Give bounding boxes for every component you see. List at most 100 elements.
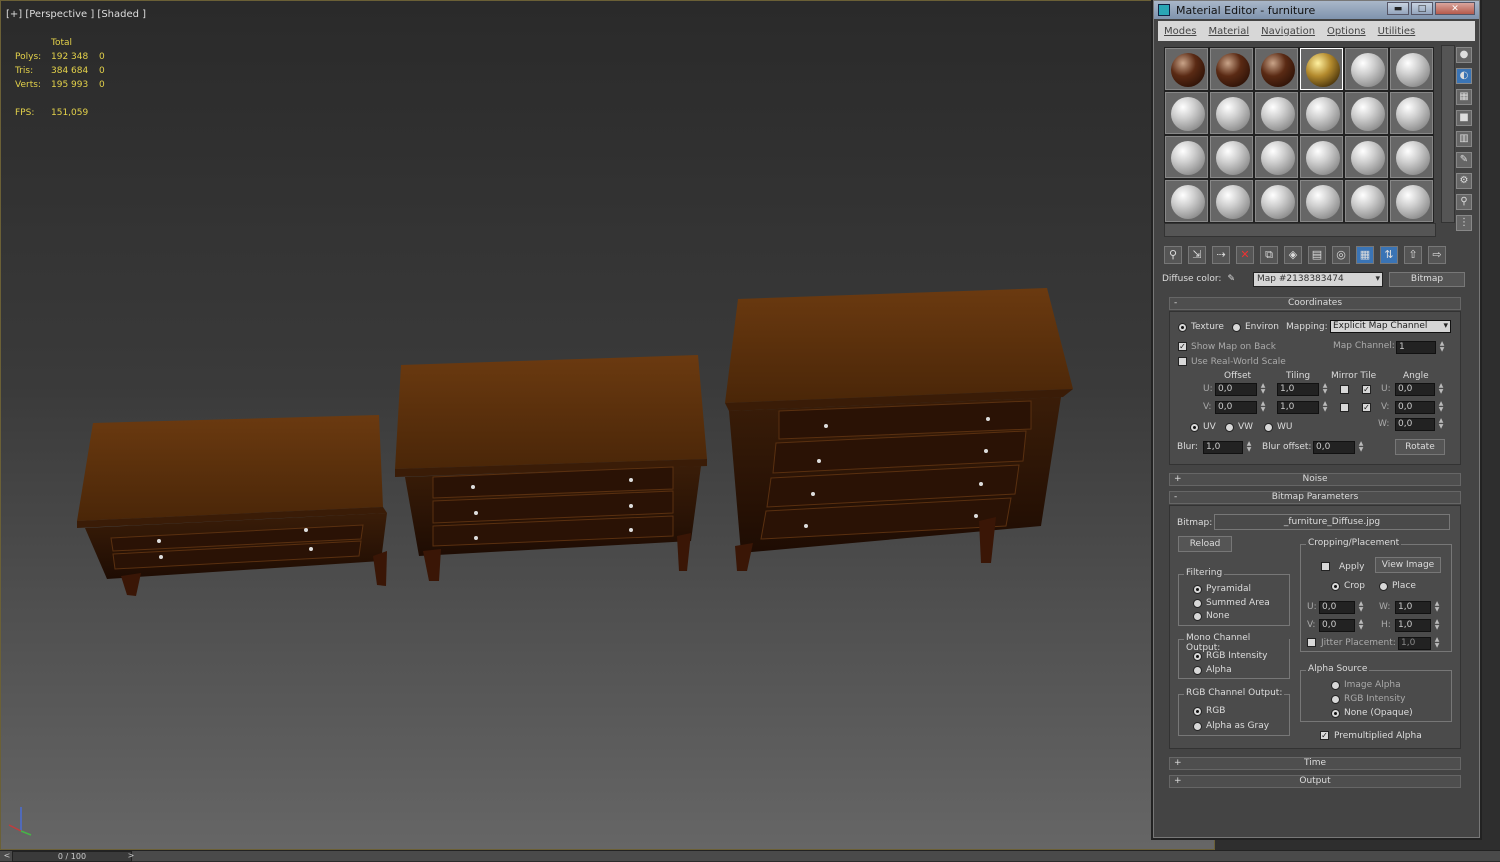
alpha-rgb-intensity-radio[interactable] bbox=[1331, 695, 1340, 704]
w-angle-spinner[interactable]: ▲ ▼ bbox=[1437, 418, 1445, 431]
jitter-spinner[interactable]: ▲ ▼ bbox=[1433, 637, 1441, 650]
material-slot[interactable] bbox=[1165, 136, 1208, 178]
jitter-field[interactable]: 1,0 bbox=[1398, 637, 1431, 650]
material-slot[interactable] bbox=[1210, 136, 1253, 178]
time-next-button[interactable]: > bbox=[126, 851, 136, 862]
mono-alpha-radio[interactable] bbox=[1193, 666, 1202, 675]
material-slot[interactable] bbox=[1255, 92, 1298, 134]
material-editor-titlebar[interactable]: Material Editor - furniture ▬ □ ✕ bbox=[1154, 1, 1479, 19]
backlight-icon[interactable]: ◐ bbox=[1456, 68, 1472, 84]
go-to-parent-icon[interactable]: ⇧ bbox=[1404, 246, 1422, 264]
crop-u-field[interactable]: 0,0 bbox=[1319, 601, 1355, 614]
alpha-as-gray-radio[interactable] bbox=[1193, 722, 1202, 731]
u-mirror-checkbox[interactable] bbox=[1340, 385, 1349, 394]
bitmap-file-button[interactable]: _furniture_Diffuse.jpg bbox=[1214, 514, 1450, 530]
w-angle-field[interactable]: 0,0 bbox=[1395, 418, 1435, 431]
environ-radio[interactable] bbox=[1232, 323, 1241, 332]
material-map-navigator-icon[interactable]: ⋮ bbox=[1456, 215, 1472, 231]
crop-radio[interactable] bbox=[1331, 582, 1340, 591]
vw-radio[interactable] bbox=[1225, 423, 1234, 432]
material-slot[interactable] bbox=[1210, 92, 1253, 134]
material-slot[interactable] bbox=[1165, 92, 1208, 134]
v-offset-spinner[interactable]: ▲ ▼ bbox=[1259, 401, 1267, 414]
time-slider[interactable]: 0 / 100 bbox=[12, 851, 132, 862]
video-color-check-icon[interactable]: ▥ bbox=[1456, 131, 1472, 147]
summed-area-radio[interactable] bbox=[1193, 599, 1202, 608]
u-offset-field[interactable]: 0,0 bbox=[1215, 383, 1257, 396]
assign-to-selection-icon[interactable]: ⇢ bbox=[1212, 246, 1230, 264]
bitmap-params-rollout-header[interactable]: - Bitmap Parameters bbox=[1169, 491, 1461, 504]
texture-radio[interactable] bbox=[1178, 323, 1187, 332]
material-slot[interactable] bbox=[1345, 136, 1388, 178]
v-mirror-checkbox[interactable] bbox=[1340, 403, 1349, 412]
material-slot[interactable] bbox=[1165, 48, 1208, 90]
crop-v-spinner[interactable]: ▲ ▼ bbox=[1357, 619, 1365, 632]
crop-h-field[interactable]: 1,0 bbox=[1395, 619, 1431, 632]
make-unique-icon[interactable]: ◈ bbox=[1284, 246, 1302, 264]
output-rollout-header[interactable]: + Output bbox=[1169, 775, 1461, 788]
uv-radio[interactable] bbox=[1190, 423, 1199, 432]
eyedropper-icon[interactable]: ✎ bbox=[1227, 274, 1235, 284]
rotate-button[interactable]: Rotate bbox=[1395, 439, 1445, 455]
get-material-icon[interactable]: ⚲ bbox=[1164, 246, 1182, 264]
v-tiling-spinner[interactable]: ▲ ▼ bbox=[1321, 401, 1329, 414]
material-slot[interactable] bbox=[1210, 48, 1253, 90]
map-name-dropdown[interactable]: Map #2138383474 bbox=[1253, 271, 1384, 287]
place-radio[interactable] bbox=[1379, 582, 1388, 591]
apply-checkbox[interactable] bbox=[1321, 562, 1330, 571]
jitter-placement-checkbox[interactable] bbox=[1307, 638, 1316, 647]
reset-map-icon[interactable]: ✕ bbox=[1236, 246, 1254, 264]
crop-u-spinner[interactable]: ▲ ▼ bbox=[1357, 601, 1365, 614]
material-slot[interactable] bbox=[1210, 180, 1253, 222]
slot-horizontal-scrollbar[interactable] bbox=[1164, 223, 1436, 237]
time-slider-bar[interactable]: < 0 / 100 > bbox=[0, 850, 1500, 862]
material-slot[interactable] bbox=[1255, 136, 1298, 178]
wu-radio[interactable] bbox=[1264, 423, 1273, 432]
show-map-on-back-checkbox[interactable]: ✓ bbox=[1178, 342, 1187, 351]
options-icon[interactable]: ⚙ bbox=[1456, 173, 1472, 189]
filter-none-radio[interactable] bbox=[1193, 612, 1202, 621]
show-map-in-viewport-icon[interactable]: ▦ bbox=[1356, 246, 1374, 264]
perspective-viewport[interactable]: [+] [Perspective ] [Shaded ] Total Polys… bbox=[0, 0, 1215, 850]
premultiplied-alpha-checkbox[interactable]: ✓ bbox=[1320, 731, 1329, 740]
view-image-button[interactable]: View Image bbox=[1375, 557, 1441, 573]
mono-rgb-intensity-radio[interactable] bbox=[1193, 652, 1202, 661]
sample-type-icon[interactable]: ● bbox=[1456, 47, 1472, 63]
u-angle-field[interactable]: 0,0 bbox=[1395, 383, 1435, 396]
material-slot[interactable] bbox=[1300, 48, 1343, 90]
background-checker-icon[interactable]: ▦ bbox=[1456, 89, 1472, 105]
crop-h-spinner[interactable]: ▲ ▼ bbox=[1433, 619, 1441, 632]
material-slot[interactable] bbox=[1390, 180, 1433, 222]
u-tiling-spinner[interactable]: ▲ ▼ bbox=[1321, 383, 1329, 396]
v-angle-field[interactable]: 0,0 bbox=[1395, 401, 1435, 414]
u-tile-checkbox[interactable]: ✓ bbox=[1362, 385, 1371, 394]
slot-vertical-scrollbar[interactable] bbox=[1441, 45, 1455, 223]
material-slot[interactable] bbox=[1390, 136, 1433, 178]
u-tiling-field[interactable]: 1,0 bbox=[1277, 383, 1319, 396]
crop-v-field[interactable]: 0,0 bbox=[1319, 619, 1355, 632]
material-slot[interactable] bbox=[1165, 180, 1208, 222]
v-tile-checkbox[interactable]: ✓ bbox=[1362, 403, 1371, 412]
material-id-channel-icon[interactable]: ◎ bbox=[1332, 246, 1350, 264]
map-channel-field[interactable]: 1 bbox=[1396, 341, 1436, 354]
material-slot[interactable] bbox=[1345, 48, 1388, 90]
menu-navigation[interactable]: Navigation bbox=[1261, 26, 1315, 37]
map-type-button[interactable]: Bitmap bbox=[1389, 271, 1466, 287]
material-slot[interactable] bbox=[1300, 136, 1343, 178]
material-slot[interactable] bbox=[1345, 180, 1388, 222]
v-offset-field[interactable]: 0,0 bbox=[1215, 401, 1257, 414]
put-to-library-icon[interactable]: ▤ bbox=[1308, 246, 1326, 264]
v-tiling-field[interactable]: 1,0 bbox=[1277, 401, 1319, 414]
time-prev-button[interactable]: < bbox=[2, 851, 12, 862]
u-angle-spinner[interactable]: ▲ ▼ bbox=[1437, 383, 1445, 396]
minimize-button[interactable]: ▬ bbox=[1387, 2, 1409, 15]
none-opaque-radio[interactable] bbox=[1331, 709, 1340, 718]
menu-options[interactable]: Options bbox=[1327, 26, 1366, 37]
coordinates-rollout-header[interactable]: - Coordinates bbox=[1169, 297, 1461, 310]
crop-w-spinner[interactable]: ▲ ▼ bbox=[1433, 601, 1441, 614]
v-angle-spinner[interactable]: ▲ ▼ bbox=[1437, 401, 1445, 414]
select-by-material-icon[interactable]: ⚲ bbox=[1456, 194, 1472, 210]
close-button[interactable]: ✕ bbox=[1435, 2, 1475, 15]
maximize-button[interactable]: □ bbox=[1411, 2, 1433, 15]
blur-offset-field[interactable]: 0,0 bbox=[1313, 441, 1355, 454]
